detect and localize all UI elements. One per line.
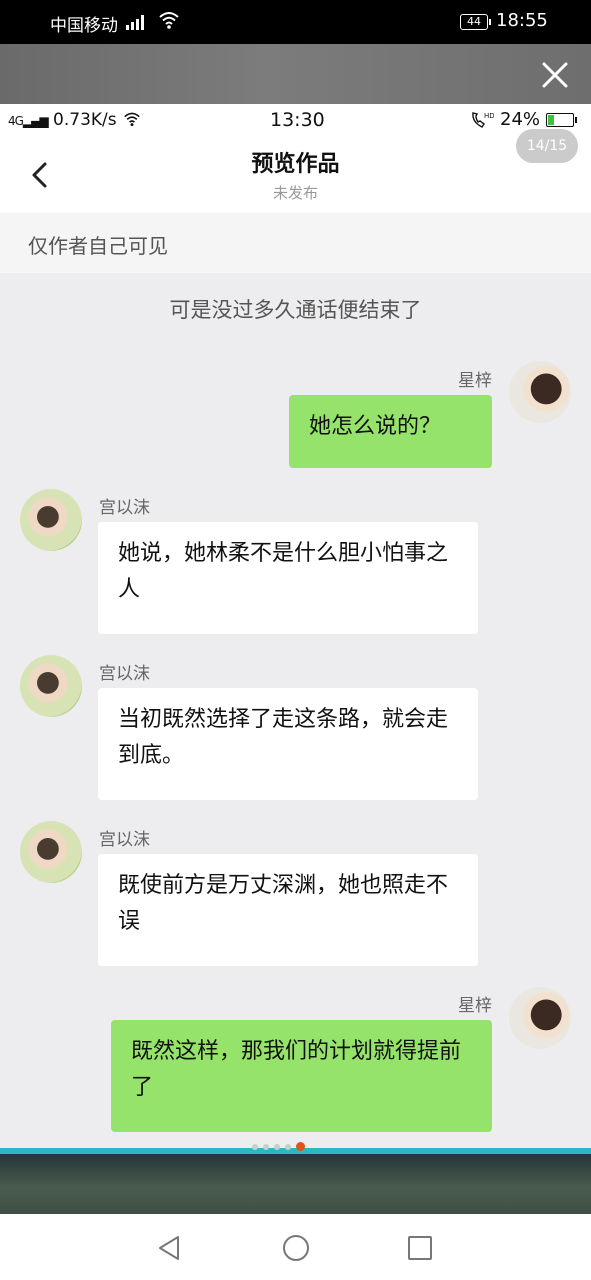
battery-icon — [546, 112, 578, 127]
inner-battery-percent: 24% — [500, 109, 541, 130]
page-title: 预览作品 — [251, 152, 340, 177]
sender-name: 星梓 — [458, 371, 492, 391]
page-dot[interactable] — [252, 1143, 258, 1150]
sender-name: 星梓 — [458, 996, 492, 1016]
page-dot-active[interactable] — [296, 1142, 305, 1151]
signal-icon — [126, 14, 144, 30]
sender-name: 宫以沫 — [99, 830, 150, 850]
outer-clock: 18:55 — [496, 10, 548, 31]
home-circle-icon[interactable] — [281, 1233, 311, 1263]
avatar[interactable] — [509, 987, 571, 1049]
page-dot[interactable] — [263, 1143, 269, 1150]
battery-icon: 44 — [460, 14, 491, 30]
visibility-note: 仅作者自己可见 — [28, 234, 168, 258]
wifi-icon — [159, 12, 179, 29]
close-icon[interactable] — [538, 58, 572, 92]
chat-bubble-incoming: 当初既然选择了走这条路，就会走到底。 — [98, 688, 478, 800]
page-dot[interactable] — [274, 1143, 280, 1150]
chat-bubble-outgoing: 她怎么说的？ — [289, 395, 492, 468]
chat-bubble-incoming: 她说，她林柔不是什么胆小怕事之人 — [98, 522, 478, 634]
viewer-overlay-bar — [0, 44, 591, 104]
carrier-name: 中国移动 — [50, 16, 118, 36]
avatar[interactable] — [509, 361, 571, 423]
page-indicator — [252, 1142, 305, 1151]
avatar[interactable] — [20, 821, 82, 883]
page-dot[interactable] — [285, 1143, 291, 1150]
recents-square-icon[interactable] — [407, 1235, 433, 1261]
wifi-icon — [124, 112, 140, 127]
narration-text: 可是没过多久通话便结束了 — [169, 298, 422, 322]
inner-status-left: 4G▂▄▆ 0.73K/s — [8, 110, 142, 130]
avatar[interactable] — [20, 655, 82, 717]
hd-call-icon: HD — [472, 112, 494, 128]
outer-status-bar: 中国移动 44 18:55 — [0, 0, 591, 44]
back-triangle-icon[interactable] — [156, 1234, 182, 1262]
inner-status-bar: 4G▂▄▆ 0.73K/s 13:30 HD 24% — [0, 104, 591, 136]
visibility-banner: 仅作者自己可见 — [0, 213, 591, 273]
preview-header: 预览作品 未发布 14/15 — [0, 129, 591, 213]
signal-icon: 4G▂▄▆ — [8, 114, 49, 128]
network-speed: 0.73K/s — [53, 110, 117, 130]
inner-clock: 13:30 — [270, 109, 325, 131]
sender-name: 宫以沫 — [99, 664, 150, 684]
chat-bubble-outgoing: 既然这样，那我们的计划就得提前了 — [111, 1020, 492, 1132]
sender-name: 宫以沫 — [99, 498, 150, 518]
avatar[interactable] — [20, 489, 82, 551]
image-page-counter: 14/15 — [516, 129, 578, 163]
chat-bubble-incoming: 既使前方是万丈深渊，她也照走不误 — [98, 854, 478, 966]
system-nav-bar — [0, 1214, 591, 1280]
svg-text:HD: HD — [484, 112, 494, 120]
inner-status-right: HD 24% — [470, 109, 578, 130]
viewer-bottom-strip — [0, 1148, 591, 1214]
publish-status: 未发布 — [272, 184, 318, 202]
